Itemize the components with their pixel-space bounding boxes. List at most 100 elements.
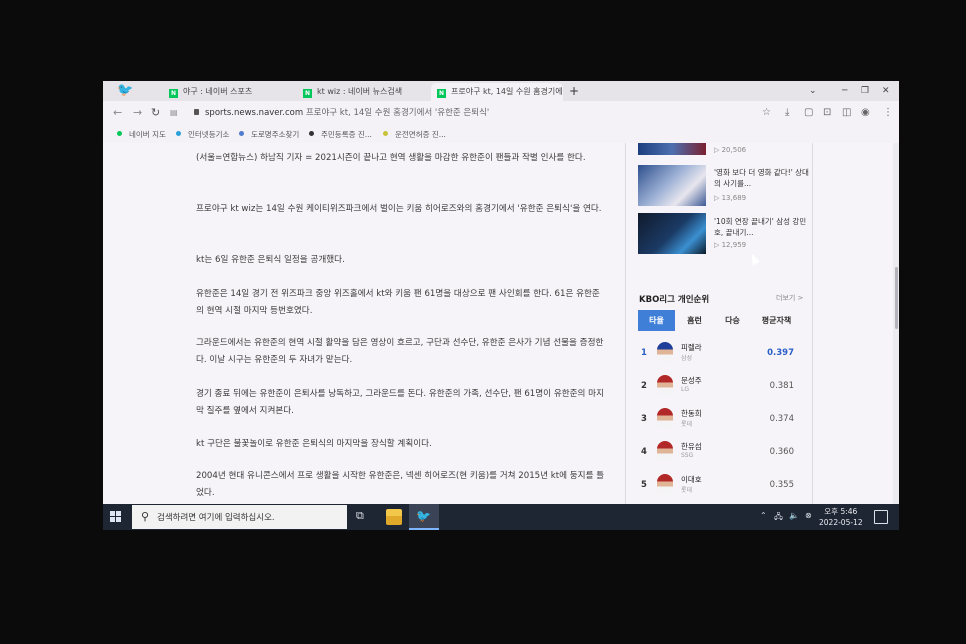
- player-team: 롯데: [681, 421, 693, 428]
- player-stat: 0.355: [769, 480, 794, 490]
- bookmark-dot-icon: [383, 131, 388, 136]
- bookmark-naver-map[interactable]: 네이버 지도: [117, 129, 166, 140]
- tab-article[interactable]: N 프로야구 kt, 14일 수원 홈경기에: [431, 83, 563, 101]
- bookmark-dot-icon: [309, 131, 314, 136]
- video-thumbnail[interactable]: [638, 143, 706, 155]
- video-title[interactable]: '영화 보다 더 영화 같다!' 상대의 사기를...: [714, 167, 809, 189]
- article-paragraph: kt 구단은 불꽃놀이로 유한준 은퇴식의 마지막을 장식할 계획이다.: [196, 439, 432, 449]
- tab-wins[interactable]: 다승: [714, 310, 751, 331]
- browser-taskbar-icon: 🐦: [416, 509, 431, 523]
- article-paragraph: 2004년 현대 유니콘스에서 프로 생활을 시작한 유한준은, 넥센 히어로즈…: [196, 471, 605, 498]
- player-name: 한동희: [681, 409, 702, 418]
- rank-number: 2: [641, 381, 647, 391]
- monitor-screen: 🐦 N 야구 : 네이버 스포츠 Nkt wiz : 네이버 뉴스검색 N 프로야구…: [103, 81, 899, 530]
- tab-home-runs[interactable]: 홈런: [676, 310, 713, 331]
- rank-number: 5: [641, 480, 647, 490]
- profile-icon[interactable]: ◉: [861, 106, 870, 120]
- network-icon[interactable]: 🖧: [774, 511, 783, 525]
- download-icon[interactable]: ⤓: [785, 106, 789, 120]
- screenshot-icon[interactable]: ⊡: [823, 106, 831, 120]
- player-name: 문성주: [681, 376, 702, 385]
- bookmark-star-icon[interactable]: ☆: [762, 106, 771, 120]
- url-title: 프로야구 kt, 14일 수원 홈경기에서 '유한준 은퇴식': [305, 108, 490, 118]
- clock-time: 오후 5:46: [824, 507, 858, 516]
- forward-icon[interactable]: →: [133, 106, 142, 120]
- player-avatar: [657, 408, 673, 428]
- video-views: ▷ 13,689: [714, 194, 747, 202]
- rank-number: 3: [641, 414, 647, 424]
- tray-chevron-icon[interactable]: ⌃: [760, 511, 767, 520]
- article-paragraph: (서울=연합뉴스) 하남직 기자 = 2021시즌이 끝나고 현역 생활을 마감…: [196, 153, 586, 163]
- url-host: sports.news.naver.com: [205, 108, 304, 118]
- player-team: 롯데: [681, 487, 693, 494]
- lock-icon: [194, 109, 199, 115]
- article-paragraph: 그라운드에서는 유한준의 현역 시절 활약을 담은 영상이 흐르고, 구단과 선…: [196, 338, 604, 365]
- video-views: ▷ 20,506: [714, 146, 747, 154]
- rank-number: 1: [641, 348, 647, 358]
- player-stat: 0.360: [769, 447, 794, 457]
- tab-naver-sports[interactable]: N 야구 : 네이버 스포츠: [163, 83, 293, 101]
- volume-icon[interactable]: 🔈: [789, 511, 799, 520]
- sidebar-icon[interactable]: ◫: [842, 106, 851, 120]
- bookmark-address-search[interactable]: 도로명주소찾기: [239, 129, 299, 140]
- ranking-row[interactable]: 1 피렐라 삼성 0.397: [638, 338, 808, 370]
- task-view-icon[interactable]: ⧉: [356, 509, 372, 525]
- windows-start-icon[interactable]: [110, 511, 122, 523]
- ranking-row[interactable]: 2 문성주 LG 0.381: [638, 371, 808, 403]
- minimize-icon[interactable]: ─: [842, 83, 847, 99]
- player-name: 피렐라: [681, 343, 702, 352]
- player-name: 한유섬: [681, 442, 702, 451]
- navigation-bar: ← → ↻ ▤ sports.news.naver.com 프로야구 kt, 1…: [103, 101, 899, 126]
- player-name: 이대호: [681, 475, 702, 484]
- ranking-more-link[interactable]: 더보기 >: [776, 293, 803, 303]
- tab-label: kt wiz : 네이버 뉴스검색: [317, 87, 403, 96]
- reader-mode-icon[interactable]: ▤: [170, 106, 178, 120]
- capture-icon[interactable]: ▢: [804, 106, 813, 120]
- article-paragraph: 경기 종료 뒤에는 유한준이 은퇴사를 낭독하고, 그라운드를 돈다. 유한준의…: [196, 389, 604, 416]
- close-icon[interactable]: ✕: [882, 83, 890, 99]
- tab-kt-wiz-search[interactable]: Nkt wiz : 네이버 뉴스검색: [297, 83, 427, 101]
- bookmark-id-card[interactable]: 주민등록증 진...: [309, 129, 372, 140]
- tab-label: 프로야구 kt, 14일 수원 홈경기에: [451, 87, 563, 96]
- naver-favicon-icon: N: [437, 89, 446, 98]
- ranking-row[interactable]: 5 이대호 롯데 0.355: [638, 470, 808, 502]
- notification-icon[interactable]: [874, 510, 888, 524]
- taskbar-search-box[interactable]: ⚲ 검색하려면 여기에 입력하십시오.: [132, 505, 347, 529]
- tab-label: 야구 : 네이버 스포츠: [183, 87, 253, 96]
- bookmark-license[interactable]: 운전면허증 진...: [383, 129, 446, 140]
- video-title[interactable]: '10회 연장 끝내기' 삼성 강민호, 끝내기...: [714, 216, 809, 238]
- back-icon[interactable]: ←: [113, 106, 122, 120]
- scrollbar-thumb[interactable]: [895, 267, 898, 329]
- article-paragraph: kt는 6일 유한준 은퇴식 일정을 공개했다.: [196, 255, 345, 265]
- taskbar-browser-active[interactable]: 🐦: [409, 504, 439, 530]
- restore-icon[interactable]: ❐: [861, 83, 869, 99]
- player-team: SSG: [681, 452, 694, 459]
- ranking-row[interactable]: 3 한동희 롯데 0.374: [638, 404, 808, 436]
- menu-icon[interactable]: ⋮: [883, 106, 893, 120]
- reload-icon[interactable]: ↻: [151, 106, 160, 120]
- tab-batting-average[interactable]: 타율: [638, 310, 675, 331]
- player-avatar: [657, 441, 673, 461]
- tab-era[interactable]: 평균자책: [754, 310, 799, 331]
- new-tab-button[interactable]: +: [569, 83, 579, 99]
- mute-status-icon[interactable]: ⊗: [805, 511, 812, 520]
- naver-favicon-icon: N: [303, 89, 312, 98]
- video-thumbnail[interactable]: [638, 165, 706, 206]
- page-content: (서울=연합뉴스) 하남직 기자 = 2021시즌이 끝나고 현역 생활을 마감…: [103, 143, 899, 504]
- bookmark-registry[interactable]: 인터넷등기소: [176, 129, 229, 140]
- player-stat: 0.374: [769, 414, 794, 424]
- ranking-row[interactable]: 4 한유섬 SSG 0.360: [638, 437, 808, 469]
- video-thumbnail[interactable]: [638, 213, 706, 254]
- search-placeholder: 검색하려면 여기에 입력하십시오.: [157, 513, 275, 523]
- article-paragraph: 프로야구 kt wiz는 14일 수원 케이티위즈파크에서 벌이는 키움 히어로…: [196, 204, 602, 214]
- ranking-title: KBO리그 개인순위: [639, 295, 710, 305]
- player-avatar: [657, 474, 673, 494]
- bookmark-dot-icon: [176, 131, 181, 136]
- player-team: LG: [681, 386, 689, 393]
- search-icon: ⚲: [141, 510, 150, 523]
- player-avatar: [657, 375, 673, 395]
- system-clock[interactable]: 오후 5:46 2022-05-12: [819, 506, 863, 528]
- address-bar[interactable]: sports.news.naver.com 프로야구 kt, 14일 수원 홈경…: [194, 106, 489, 120]
- file-explorer-icon[interactable]: [386, 509, 402, 525]
- tab-search-chevron-icon[interactable]: ⌄: [809, 83, 817, 99]
